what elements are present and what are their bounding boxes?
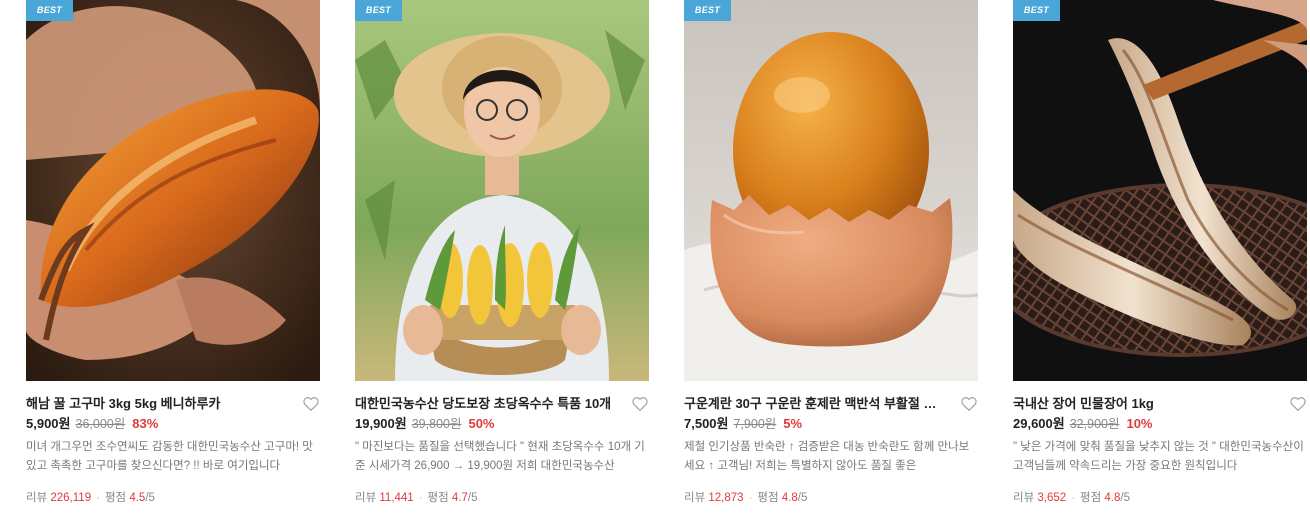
discount-rate: 10%	[1126, 416, 1153, 431]
price-row: 5,900원 36,000원 83%	[26, 413, 158, 432]
heart-outline-icon[interactable]	[960, 395, 978, 413]
product-title[interactable]: 국내산 장어 민물장어 1kg	[1013, 393, 1275, 412]
rating-value: 4.8	[1104, 492, 1121, 504]
product-card[interactable]: BEST 해남 꿀 고구마 3kg 5kg 베니하루카 5,900원 36,000…	[26, 0, 320, 529]
discount-rate: 50%	[468, 416, 495, 431]
heart-outline-icon[interactable]	[302, 395, 320, 413]
price-row: 19,900원 39,800원 50%	[355, 413, 495, 432]
product-title[interactable]: 구운계란 30구 구운란 훈제란 맥반석 부활절 계란	[684, 393, 946, 412]
rating-max: /5	[467, 492, 478, 504]
product-description: " 낮은 가격에 맞춰 품질을 낮추지 않는 것 " 대한민국농수산이 고객님들…	[1013, 441, 1304, 472]
meta-separator: ·	[96, 492, 100, 504]
product-description: 제철 인기상품 반숙란 ↑ 검증받은 대농 반숙란도 함께 만나보세요 ↑ 고객…	[684, 441, 970, 472]
product-description: " 마진보다는 품질을 선택했습니다 " 현재 초당옥수수 10개 기준 시세가…	[355, 441, 645, 472]
product-card[interactable]: BEST 구운계란 30구 구운란 훈제란 맥반석 부활절 계란 7,500원 7…	[684, 0, 978, 529]
rating-max: /5	[1120, 492, 1130, 504]
sweet-potato-photo	[26, 0, 320, 381]
rating-value: 4.7	[451, 492, 468, 504]
rating-max: /5	[145, 492, 155, 504]
review-label: 리뷰	[355, 492, 377, 504]
product-grid: BEST 해남 꿀 고구마 3kg 5kg 베니하루카 5,900원 36,000…	[0, 0, 1310, 529]
sale-price: 7,500원	[684, 416, 729, 431]
price-row: 29,600원 32,900원 10%	[1013, 413, 1153, 432]
product-card[interactable]: BEST 대한민국농수산 당도보장 초당옥수수 특품 10개 19,900원 39…	[355, 0, 649, 529]
product-image[interactable]: BEST	[26, 0, 320, 381]
best-badge: BEST	[684, 0, 731, 21]
product-description: 미녀 개그우먼 조수연씨도 감동한 대한민국농수산 고구마! 맛있고 촉촉한 고…	[26, 441, 313, 472]
original-price: 32,900원	[1069, 417, 1120, 431]
price-row: 7,500원 7,900원 5%	[684, 413, 802, 432]
product-image[interactable]: BEST	[355, 0, 649, 381]
review-label: 리뷰	[1013, 492, 1035, 504]
best-badge: BEST	[1013, 0, 1060, 21]
review-rating: 리뷰 12,873 · 평점 4.8/5	[684, 489, 807, 505]
sale-price: 5,900원	[26, 416, 71, 431]
rating-value: 4.8	[781, 492, 798, 504]
product-image[interactable]: BEST	[1013, 0, 1307, 381]
product-title[interactable]: 대한민국농수산 당도보장 초당옥수수 특품 10개	[355, 393, 617, 412]
review-count: 11,441	[379, 492, 414, 504]
review-count: 226,119	[50, 492, 92, 504]
meta-separator: ·	[748, 492, 753, 504]
rating-max: /5	[797, 492, 808, 504]
roasted-egg-photo	[684, 0, 978, 381]
best-badge: BEST	[355, 0, 402, 21]
sale-price: 29,600원	[1013, 416, 1065, 431]
review-rating: 리뷰 11,441 · 평점 4.7/5	[355, 489, 478, 505]
meta-separator: ·	[1071, 492, 1075, 504]
discount-rate: 83%	[132, 416, 159, 431]
rating-label: 평점	[1080, 492, 1102, 504]
review-count: 12,873	[708, 492, 744, 504]
review-label: 리뷰	[684, 492, 706, 504]
grilled-eel-photo	[1013, 0, 1307, 381]
rating-value: 4.5	[129, 492, 146, 504]
review-label: 리뷰	[26, 492, 48, 504]
corn-farmer-photo	[355, 0, 649, 381]
meta-separator: ·	[418, 492, 423, 504]
product-image[interactable]: BEST	[684, 0, 978, 381]
review-rating: 리뷰 3,652 · 평점 4.8/5	[1013, 489, 1130, 505]
review-count: 3,652	[1037, 492, 1067, 504]
product-title[interactable]: 해남 꿀 고구마 3kg 5kg 베니하루카	[26, 393, 288, 412]
original-price: 36,000원	[75, 417, 126, 431]
product-card[interactable]: BEST 국내산 장어 민물장어 1kg 29,600원 32,900원 10% "…	[1013, 0, 1307, 529]
original-price: 7,900원	[733, 417, 777, 431]
rating-label: 평점	[427, 492, 449, 504]
discount-rate: 5%	[783, 416, 803, 431]
rating-label: 평점	[757, 492, 779, 504]
best-badge: BEST	[26, 0, 73, 21]
review-rating: 리뷰 226,119 · 평점 4.5/5	[26, 489, 155, 505]
sale-price: 19,900원	[355, 416, 407, 431]
heart-outline-icon[interactable]	[631, 395, 649, 413]
original-price: 39,800원	[411, 417, 462, 431]
rating-label: 평점	[104, 492, 127, 504]
heart-outline-icon[interactable]	[1289, 395, 1307, 413]
